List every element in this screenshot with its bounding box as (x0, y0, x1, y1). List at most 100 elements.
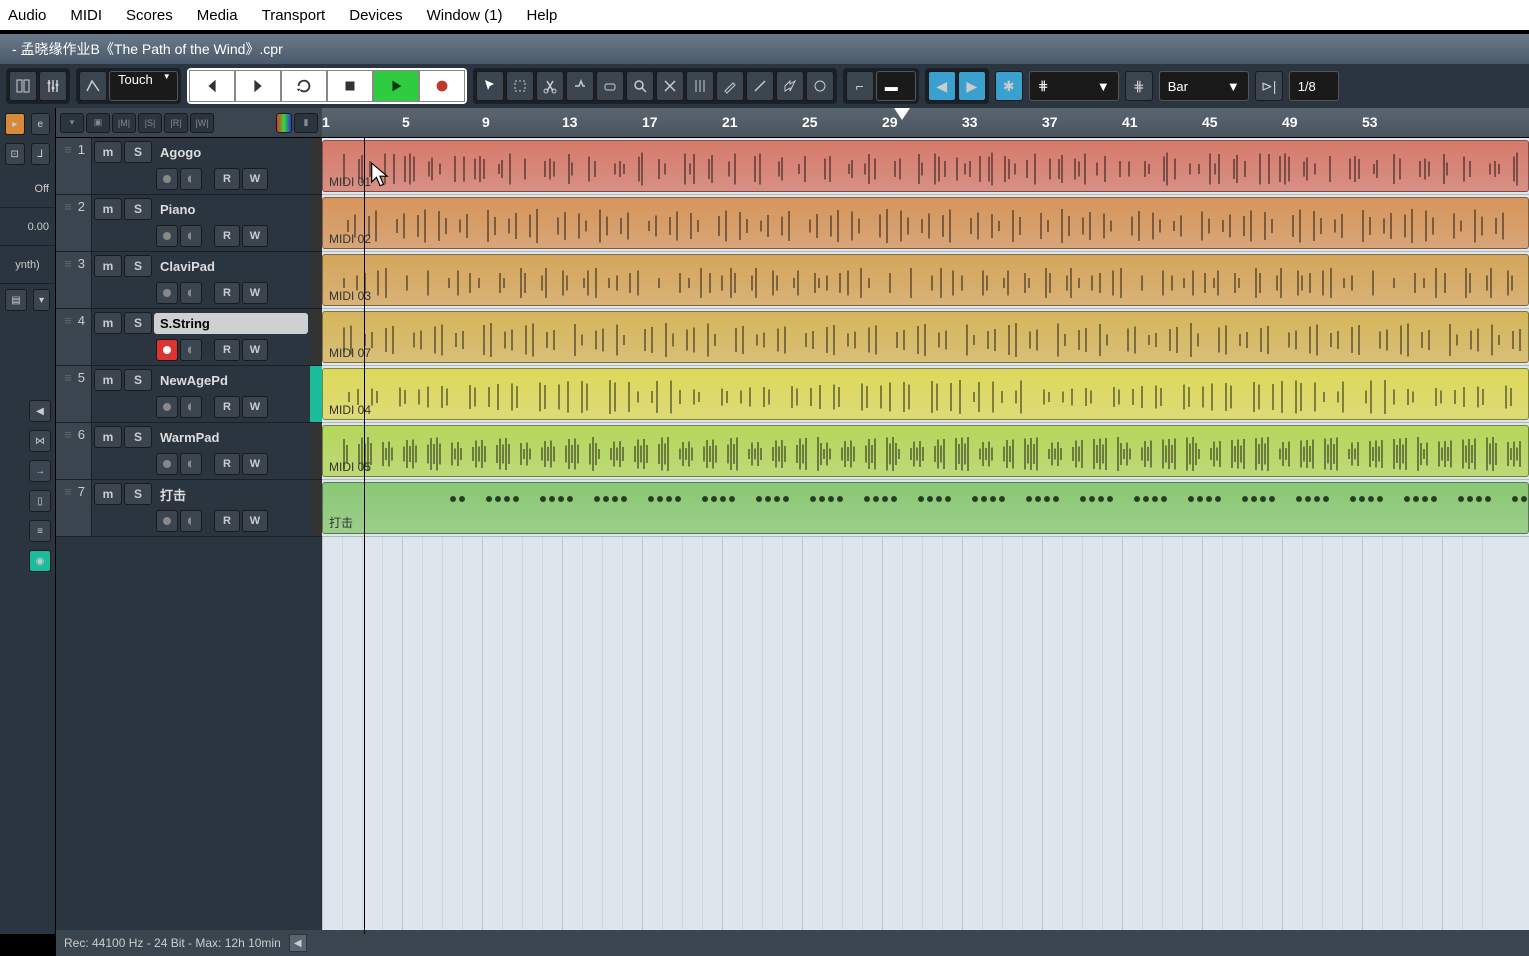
monitor-button[interactable] (180, 282, 202, 304)
grid-icon[interactable]: ⋕ (1125, 71, 1153, 101)
event-row-2[interactable]: MIDI 02 (322, 195, 1529, 252)
solo-button[interactable]: S (124, 312, 152, 334)
record-enable-button[interactable] (156, 282, 178, 304)
th-s-icon[interactable]: |S| (138, 113, 162, 133)
track-name-field[interactable]: S.String (154, 313, 308, 334)
mute-button[interactable]: m (94, 483, 122, 505)
write-automation-button[interactable]: W (242, 339, 268, 361)
snap-right-icon[interactable]: ▶ (958, 71, 986, 101)
monitor-button[interactable] (180, 168, 202, 190)
track-name-field[interactable]: ClaviPad (154, 256, 308, 277)
track-5[interactable]: ≡5 m S NewAgePd R W (56, 366, 322, 423)
read-automation-button[interactable]: R (214, 339, 240, 361)
menu-transport[interactable]: Transport (262, 7, 326, 24)
events-area[interactable]: MIDI 01MIDI 02MIDI 03MIDI 07MIDI 04MIDI … (322, 138, 1529, 934)
zoom-tool-icon[interactable] (626, 71, 654, 101)
inspector-list-icon[interactable]: ≡ (29, 520, 51, 542)
menu-window[interactable]: Window (1) (427, 7, 503, 24)
menu-midi[interactable]: MIDI (70, 7, 102, 24)
write-automation-button[interactable]: W (242, 225, 268, 247)
midi-clip[interactable]: MIDI 04 (322, 368, 1529, 420)
track-7[interactable]: ≡7 m S 打击 R W (56, 480, 322, 537)
nudge-value[interactable]: ▬ (876, 71, 916, 101)
midi-clip[interactable]: MIDI 03 (322, 254, 1529, 306)
read-automation-button[interactable]: R (214, 282, 240, 304)
solo-button[interactable]: S (124, 426, 152, 448)
mute-button[interactable]: m (94, 141, 122, 163)
write-automation-button[interactable]: W (242, 168, 268, 190)
read-automation-button[interactable]: R (214, 225, 240, 247)
record-enable-button[interactable] (156, 339, 178, 361)
inspector-btn-a[interactable]: ⊡ (5, 143, 25, 165)
record-enable-button[interactable] (156, 510, 178, 532)
mute-button[interactable]: m (94, 426, 122, 448)
event-row-6[interactable]: MIDI 05 (322, 423, 1529, 480)
go-to-end-button[interactable] (235, 70, 281, 102)
th-r-icon[interactable]: |R| (164, 113, 188, 133)
mute-button[interactable]: m (94, 312, 122, 334)
menu-devices[interactable]: Devices (349, 7, 402, 24)
split-tool-icon[interactable] (536, 71, 564, 101)
monitor-button[interactable] (180, 510, 202, 532)
event-row-7[interactable]: 打击 (322, 480, 1529, 537)
read-automation-button[interactable]: R (214, 396, 240, 418)
track-name-field[interactable]: NewAgePd (154, 370, 308, 391)
play-tool-icon[interactable] (776, 71, 804, 101)
th-color-icon[interactable] (276, 113, 292, 133)
constrain-icon[interactable] (9, 71, 37, 101)
mute-button[interactable]: m (94, 369, 122, 391)
inspector-chan-icon[interactable]: ▤ (5, 289, 27, 311)
menu-audio[interactable]: Audio (8, 7, 46, 24)
inspector-out-icon[interactable]: ▾ (33, 289, 50, 311)
monitor-button[interactable] (180, 396, 202, 418)
play-button[interactable] (373, 70, 419, 102)
inspector-value[interactable]: 0.00 (0, 208, 55, 246)
monitor-button[interactable] (180, 339, 202, 361)
track-1[interactable]: ≡1 m S Agogo R W (56, 138, 322, 195)
inspector-visibility-icon[interactable]: ▸ (5, 113, 25, 135)
monitor-button[interactable] (180, 453, 202, 475)
track-2[interactable]: ≡2 m S Piano R W (56, 195, 322, 252)
snap-toggle-icon[interactable]: ✱ (995, 71, 1023, 101)
menu-help[interactable]: Help (526, 7, 557, 24)
track-name-field[interactable]: 打击 (154, 482, 308, 507)
th-w-icon[interactable]: |W| (190, 113, 214, 133)
write-automation-button[interactable]: W (242, 510, 268, 532)
range-tool-icon[interactable] (506, 71, 534, 101)
menu-scores[interactable]: Scores (126, 7, 173, 24)
timeline-ruler[interactable]: 1591317212529333741454953 (322, 108, 1529, 138)
snap-type-select[interactable]: ⋕▼ (1029, 71, 1119, 101)
mute-tool-icon[interactable] (656, 71, 684, 101)
automation-curve-icon[interactable] (79, 71, 107, 101)
inspector-notepad-icon[interactable]: ▯ (29, 490, 51, 512)
th-lane-icon[interactable]: ▮ (294, 113, 318, 133)
midi-clip[interactable]: 打击 (322, 482, 1529, 534)
solo-button[interactable]: S (124, 141, 152, 163)
midi-clip[interactable]: MIDI 07 (322, 311, 1529, 363)
track-name-field[interactable]: WarmPad (154, 427, 308, 448)
go-to-start-button[interactable] (189, 70, 235, 102)
track-4[interactable]: ≡4 m S S.String R W (56, 309, 322, 366)
inspector-send-icon[interactable]: → (29, 460, 51, 482)
draw-tool-icon[interactable] (716, 71, 744, 101)
quantize-select[interactable]: 1/8 (1289, 71, 1339, 101)
menu-media[interactable]: Media (197, 7, 238, 24)
record-enable-button[interactable] (156, 453, 178, 475)
track-name-field[interactable]: Piano (154, 199, 308, 220)
grid-type-select[interactable]: Bar▼ (1159, 71, 1249, 101)
write-automation-button[interactable]: W (242, 453, 268, 475)
event-row-1[interactable]: MIDI 01 (322, 138, 1529, 195)
stop-button[interactable] (327, 70, 373, 102)
track-name-field[interactable]: Agogo (154, 142, 308, 163)
solo-button[interactable]: S (124, 198, 152, 220)
line-tool-icon[interactable] (746, 71, 774, 101)
erase-tool-icon[interactable] (596, 71, 624, 101)
inspector-insert-icon[interactable]: ⋈ (29, 430, 51, 452)
solo-button[interactable]: S (124, 255, 152, 277)
color-tool-icon[interactable] (806, 71, 834, 101)
read-automation-button[interactable]: R (214, 168, 240, 190)
cycle-button[interactable] (281, 70, 327, 102)
timewarp-tool-icon[interactable] (686, 71, 714, 101)
scroll-left-icon[interactable]: ◀ (289, 934, 307, 952)
solo-button[interactable]: S (124, 483, 152, 505)
